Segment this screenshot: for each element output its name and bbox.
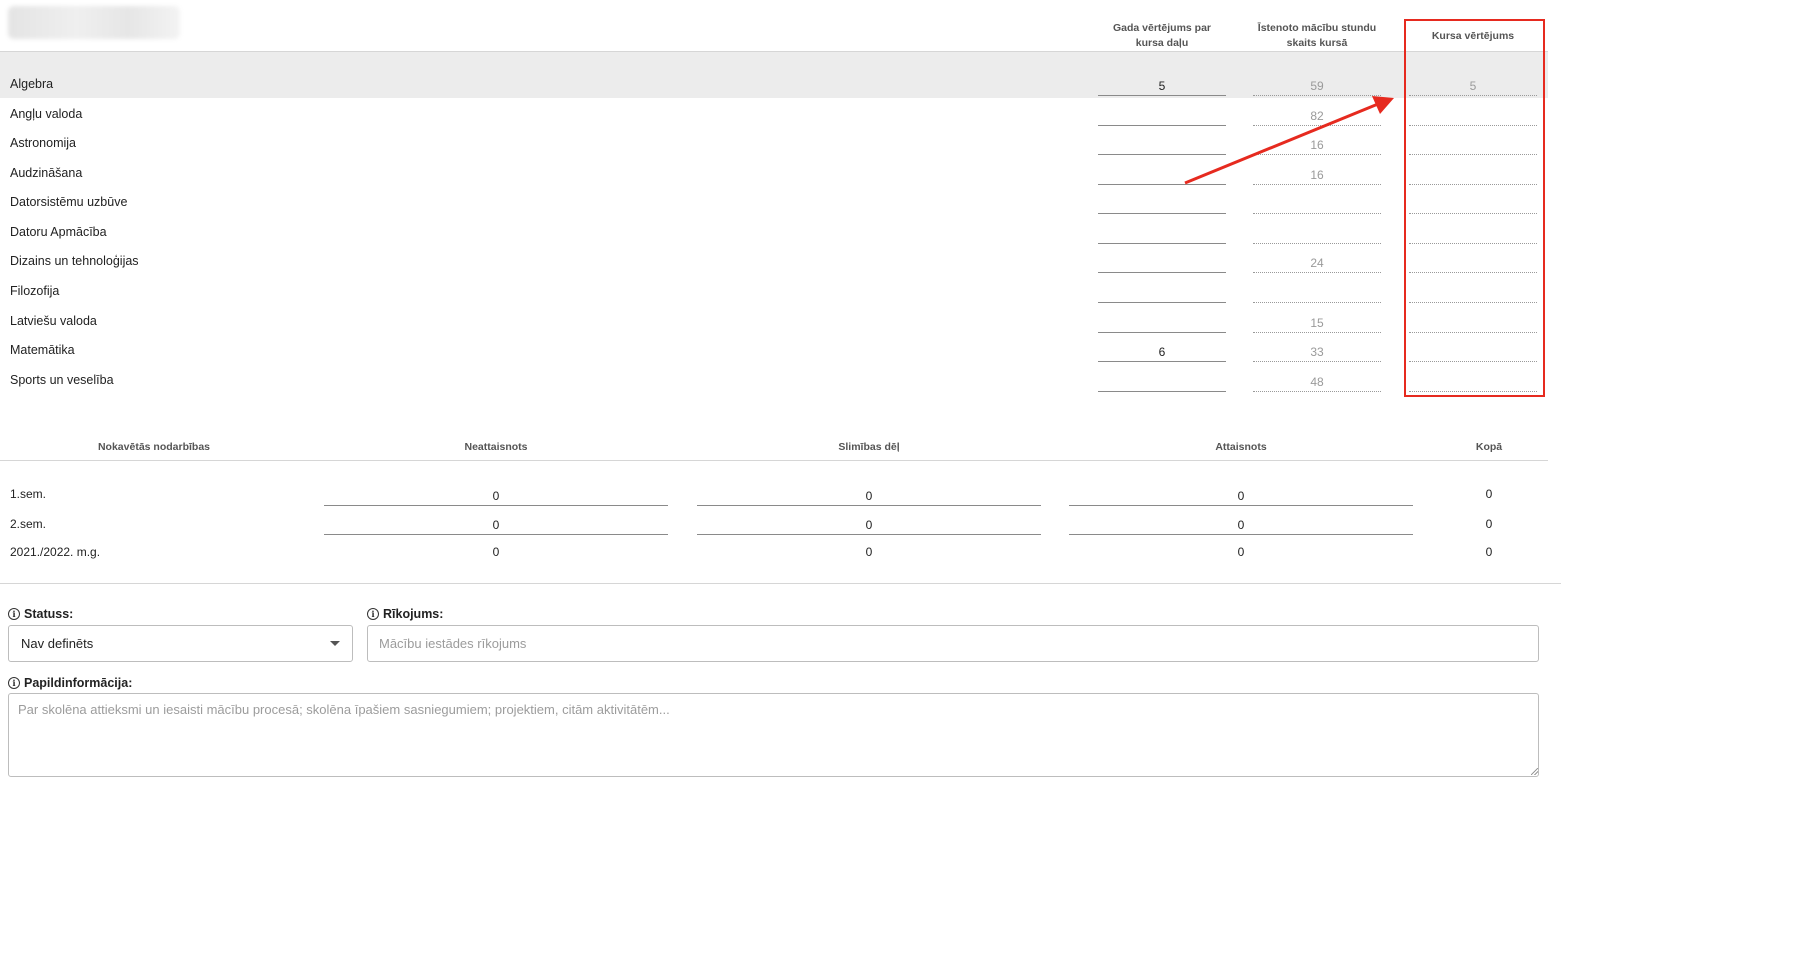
total-value: 0 [1485, 487, 1493, 501]
annotation-arrow [1184, 96, 1394, 185]
header-total: Kopā [1475, 441, 1503, 453]
header-missed-lessons: Nokavētās nodarbības [97, 441, 211, 453]
unexcused-value: 0 [492, 545, 500, 559]
period-label: 1.sem. [10, 487, 47, 501]
additional-info-textarea[interactable] [8, 693, 1539, 777]
info-circle-icon[interactable]: i [367, 608, 379, 620]
header-unexcused: Neattaisnots [464, 441, 528, 453]
total-value: 0 [1485, 517, 1493, 531]
header-excused: Attaisnots [1215, 441, 1267, 453]
order-label: i Rīkojums: [367, 607, 443, 621]
order-input[interactable] [367, 625, 1539, 662]
total-value: 0 [1485, 545, 1493, 559]
additional-info-label: i Papildinformācija: [8, 676, 132, 690]
info-circle-icon[interactable]: i [8, 677, 20, 689]
arrow-shaft [1184, 102, 1379, 185]
status-label: i Statuss: [8, 607, 73, 621]
status-label-text: Statuss: [24, 607, 74, 621]
resize-grip-icon[interactable] [1531, 768, 1538, 775]
unexcused-input[interactable]: 0 [324, 518, 668, 535]
section-divider [0, 583, 1561, 584]
order-label-text: Rīkojums: [383, 607, 444, 621]
excused-value: 0 [1237, 545, 1245, 559]
status-select[interactable]: Nav definēts [8, 625, 353, 662]
illness-input[interactable]: 0 [697, 489, 1041, 506]
unexcused-input[interactable]: 0 [324, 489, 668, 506]
additional-info-label-text: Papildinformācija: [24, 676, 133, 690]
absences-header-divider [0, 460, 1548, 461]
caret-down-icon [330, 641, 340, 646]
illness-input[interactable]: 0 [697, 518, 1041, 535]
period-label: 2.sem. [10, 517, 47, 531]
header-illness: Slimības dēļ [838, 441, 900, 453]
excused-input[interactable]: 0 [1069, 489, 1413, 506]
illness-value: 0 [865, 545, 873, 559]
status-select-value: Nav definēts [21, 636, 94, 651]
period-label: 2021./2022. m.g. [10, 545, 101, 559]
excused-input[interactable]: 0 [1069, 518, 1413, 535]
info-circle-icon[interactable]: i [8, 608, 20, 620]
